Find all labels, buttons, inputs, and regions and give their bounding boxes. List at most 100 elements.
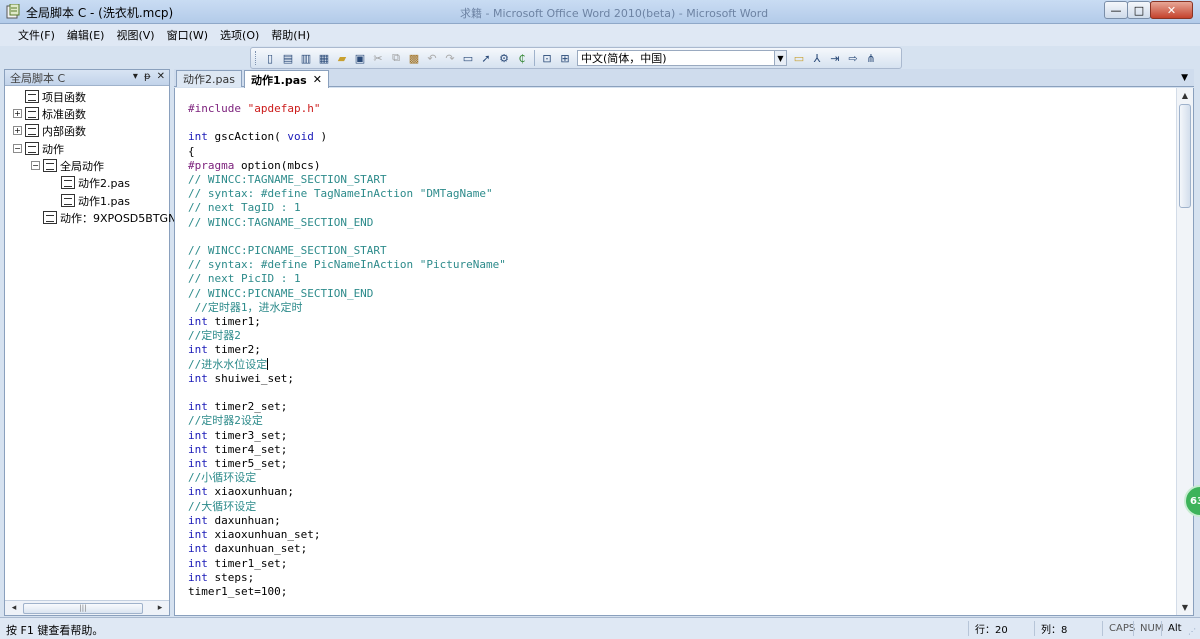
code-line[interactable] <box>188 230 506 244</box>
tree-item-internal-functions[interactable]: 内部函数 <box>25 122 86 139</box>
import-icon[interactable]: ⇥ <box>827 50 843 66</box>
tag-icon[interactable]: ⋔ <box>863 50 879 66</box>
new-script-icon[interactable]: ▦ <box>316 50 332 66</box>
code-line[interactable]: int timer1_set; <box>188 557 506 571</box>
code-line[interactable]: // next PicID : 1 <box>188 272 506 286</box>
code-line[interactable]: int shuiwei_set; <box>188 372 506 386</box>
close-button[interactable]: ✕ <box>1150 1 1193 19</box>
collapse-icon[interactable]: − <box>31 161 40 170</box>
code-line[interactable] <box>188 386 506 400</box>
trigger-icon[interactable]: ⊞ <box>557 50 573 66</box>
code-content[interactable]: #include "apdefap.h" int gscAction( void… <box>188 102 506 599</box>
tab-action2[interactable]: 动作2.pas <box>176 70 242 87</box>
tree-item-project-functions[interactable]: 项目函数 <box>25 88 86 105</box>
code-line[interactable]: // WINCC:TAGNAME_SECTION_START <box>188 173 506 187</box>
expand-icon[interactable]: + <box>13 126 22 135</box>
tab-close-icon[interactable]: ✕ <box>313 73 322 86</box>
code-line[interactable]: int timer2; <box>188 343 506 357</box>
tree-item-actions[interactable]: 动作 <box>25 140 64 157</box>
chevron-down-icon[interactable]: ▼ <box>774 51 786 65</box>
tab-list-icon[interactable]: ▼ <box>1181 73 1188 83</box>
compile-all-icon[interactable]: ₵ <box>514 50 530 66</box>
scroll-right-icon[interactable]: ▸ <box>153 602 167 615</box>
code-line[interactable]: int steps; <box>188 571 506 585</box>
pin-icon[interactable]: ᵽ <box>144 71 151 82</box>
open-folder-icon[interactable]: ▰ <box>334 50 350 66</box>
tree-item-standard-functions[interactable]: 标准函数 <box>25 105 86 122</box>
code-line[interactable]: // WINCC:TAGNAME_SECTION_END <box>188 216 506 230</box>
folder-icon[interactable]: ▭ <box>791 50 807 66</box>
menu-file[interactable]: 文件(F) <box>18 27 55 43</box>
new-action-icon[interactable]: ▥ <box>298 50 314 66</box>
code-line[interactable]: int daxunhuan; <box>188 514 506 528</box>
scroll-left-icon[interactable]: ◂ <box>7 602 21 615</box>
code-line[interactable]: timer1_set=100; <box>188 585 506 599</box>
scroll-thumb[interactable]: ||| <box>23 603 143 614</box>
tree-item-action1[interactable]: 动作1.pas <box>61 192 130 209</box>
language-select[interactable]: 中文(简体，中国) ▼ <box>577 50 787 66</box>
menu-window[interactable]: 窗口(W) <box>167 27 208 43</box>
code-line[interactable]: // WINCC:PICNAME_SECTION_START <box>188 244 506 258</box>
code-line[interactable]: #include "apdefap.h" <box>188 102 506 116</box>
info-icon[interactable]: ⊡ <box>539 50 555 66</box>
menu-view[interactable]: 视图(V) <box>116 27 154 43</box>
menu-options[interactable]: 选项(O) <box>220 27 259 43</box>
save-icon[interactable]: ▣ <box>352 50 368 66</box>
maximize-button[interactable]: □ <box>1127 1 1151 19</box>
code-line[interactable]: //大循环设定 <box>188 500 506 514</box>
menu-edit[interactable]: 编辑(E) <box>67 27 105 43</box>
scroll-down-icon[interactable]: ▼ <box>1179 602 1191 614</box>
paste-icon[interactable]: ▩ <box>406 50 422 66</box>
code-line[interactable]: int daxunhuan_set; <box>188 542 506 556</box>
help-pointer-icon[interactable]: ➚ <box>478 50 494 66</box>
code-line[interactable]: //定时器2设定 <box>188 414 506 428</box>
panel-dropdown-icon[interactable]: ▾ <box>133 71 138 82</box>
resize-grip-icon[interactable]: ⋰ <box>1188 627 1198 637</box>
panel-close-icon[interactable]: ✕ <box>157 71 165 82</box>
minimize-button[interactable]: — <box>1104 1 1128 19</box>
export-icon[interactable]: ⇨ <box>845 50 861 66</box>
code-line[interactable]: int gscAction( void ) <box>188 130 506 144</box>
code-line[interactable]: //进水水位设定 <box>188 357 506 372</box>
font-icon[interactable]: ⅄ <box>809 50 825 66</box>
code-line[interactable]: // WINCC:PICNAME_SECTION_END <box>188 287 506 301</box>
cut-icon[interactable]: ✂ <box>370 50 386 66</box>
menu-help[interactable]: 帮助(H) <box>271 27 310 43</box>
print-icon[interactable]: ▭ <box>460 50 476 66</box>
code-line[interactable]: // next TagID : 1 <box>188 201 506 215</box>
code-line[interactable]: // syntax: #define TagNameInAction "DMTa… <box>188 187 506 201</box>
tree-item-global-actions[interactable]: 全局动作 <box>43 157 104 174</box>
redo-icon[interactable]: ↷ <box>442 50 458 66</box>
undo-icon[interactable]: ↶ <box>424 50 440 66</box>
code-line[interactable]: int timer5_set; <box>188 457 506 471</box>
scroll-thumb[interactable] <box>1179 104 1191 208</box>
code-line[interactable]: // syntax: #define PicNameInAction "Pict… <box>188 258 506 272</box>
code-line[interactable] <box>188 116 506 130</box>
code-line[interactable]: int timer3_set; <box>188 429 506 443</box>
scroll-up-icon[interactable]: ▲ <box>1179 90 1191 102</box>
code-line[interactable]: int timer4_set; <box>188 443 506 457</box>
code-line[interactable]: #pragma option(mbcs) <box>188 159 506 173</box>
code-line[interactable]: //定时器2 <box>188 329 506 343</box>
text-caret <box>267 357 269 370</box>
toolbar-grip[interactable] <box>255 51 258 65</box>
code-line[interactable]: int timer2_set; <box>188 400 506 414</box>
copy-icon[interactable]: ⧉ <box>388 50 404 66</box>
tab-action1[interactable]: 动作1.pas ✕ <box>244 70 329 88</box>
code-line[interactable]: int xiaoxunhuan_set; <box>188 528 506 542</box>
code-line[interactable]: { <box>188 145 506 159</box>
expand-icon[interactable]: + <box>13 109 22 118</box>
tree-item-action-9xposd[interactable]: 动作：9XPOSD5BTGN <box>43 209 176 226</box>
code-editor[interactable]: #include "apdefap.h" int gscAction( void… <box>174 88 1194 616</box>
tree-item-action2[interactable]: 动作2.pas <box>61 174 130 191</box>
new-function-icon[interactable]: ▤ <box>280 50 296 66</box>
vertical-scrollbar[interactable]: ▲ ▼ <box>1176 88 1193 615</box>
collapse-icon[interactable]: − <box>13 144 22 153</box>
code-line[interactable]: //小循环设定 <box>188 471 506 485</box>
code-line[interactable]: int timer1; <box>188 315 506 329</box>
code-line[interactable]: int xiaoxunhuan; <box>188 485 506 499</box>
compile-icon[interactable]: ⚙ <box>496 50 512 66</box>
new-file-icon[interactable]: ▯ <box>262 50 278 66</box>
code-line[interactable]: //定时器1，进水定时 <box>188 301 506 315</box>
horizontal-scrollbar[interactable]: ◂ ||| ▸ <box>5 600 169 615</box>
